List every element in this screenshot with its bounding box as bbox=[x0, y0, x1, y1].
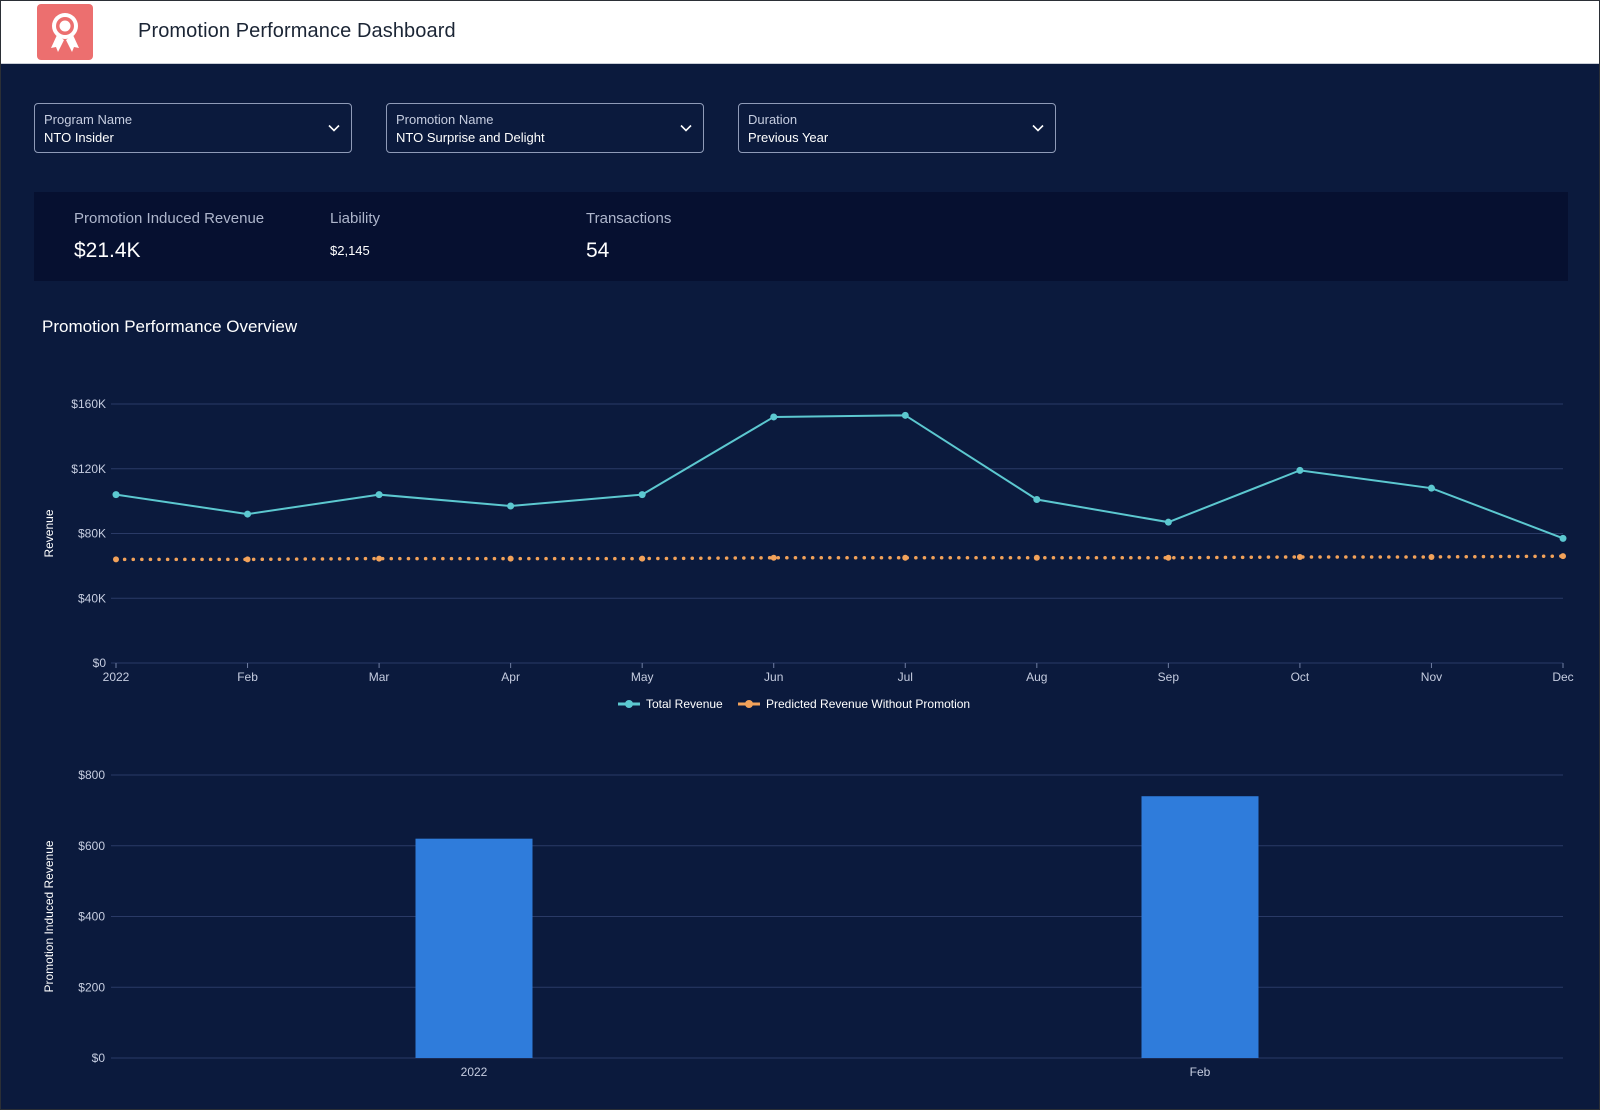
kpi-value: $2,145 bbox=[330, 243, 370, 258]
x-tick-label: Apr bbox=[501, 670, 520, 684]
y-axis-label: Revenue bbox=[42, 509, 56, 557]
y-tick-label: $80K bbox=[78, 527, 106, 541]
total-revenue-line bbox=[115, 414, 1564, 540]
x-tick-label: Feb bbox=[237, 670, 258, 684]
predicted-revenue-point bbox=[1428, 553, 1435, 560]
kpi-label: Liability bbox=[330, 210, 381, 227]
app-header: Promotion Performance Dashboard bbox=[1, 1, 1599, 64]
y-tick-label: $800 bbox=[78, 768, 105, 782]
line-chart: $0 $40K $80K $120K $160K Revenue 2022 Feb Mar Apr… bbox=[42, 397, 1574, 711]
predicted-revenue-point bbox=[1165, 554, 1172, 561]
y-tick-label: $200 bbox=[78, 980, 105, 994]
total-revenue-point bbox=[1559, 534, 1567, 542]
x-tick-label: May bbox=[631, 670, 654, 684]
y-axis-label: Promotion Induced Revenue bbox=[42, 840, 56, 992]
predicted-revenue-point bbox=[244, 556, 251, 563]
legend-predicted-revenue-label: Predicted Revenue Without Promotion bbox=[766, 697, 970, 711]
kpi-panel: Promotion Induced Revenue $21.4K Liabili… bbox=[34, 192, 1568, 281]
promotion-name-filter[interactable]: Promotion Name NTO Surprise and Delight bbox=[386, 103, 704, 153]
predicted-revenue-point bbox=[902, 554, 909, 561]
x-tick-label: Sep bbox=[1158, 670, 1180, 684]
predicted-revenue-point bbox=[113, 556, 119, 563]
predicted-revenue-line bbox=[114, 554, 1565, 562]
chevron-down-icon bbox=[1032, 124, 1044, 132]
legend-total-revenue-label: Total Revenue bbox=[646, 697, 723, 711]
y-tick-label: $600 bbox=[78, 839, 105, 853]
x-tick-label: Mar bbox=[369, 670, 390, 684]
x-tick-label: Aug bbox=[1026, 670, 1047, 684]
chevron-down-icon bbox=[680, 124, 692, 132]
section-title: Promotion Performance Overview bbox=[42, 317, 298, 336]
x-tick-label: 2022 bbox=[103, 670, 130, 684]
predicted-revenue-point bbox=[1560, 553, 1566, 560]
predicted-revenue-point bbox=[1296, 553, 1303, 560]
filter-value: Previous Year bbox=[748, 130, 829, 145]
y-tick-label: $0 bbox=[92, 1051, 106, 1065]
x-tick-label: Jul bbox=[898, 670, 913, 684]
kpi-value: 54 bbox=[586, 239, 610, 262]
y-tick-label: $40K bbox=[78, 591, 106, 605]
total-revenue-point bbox=[1296, 466, 1304, 474]
kpi-promotion-induced-revenue: Promotion Induced Revenue $21.4K bbox=[74, 210, 264, 263]
kpi-label: Transactions bbox=[586, 210, 672, 227]
total-revenue-point bbox=[112, 491, 120, 499]
bar bbox=[415, 838, 533, 1058]
predicted-revenue-point bbox=[507, 555, 514, 562]
program-name-filter[interactable]: Program Name NTO Insider bbox=[34, 103, 352, 153]
total-revenue-point bbox=[770, 413, 778, 421]
y-tick-label: $160K bbox=[71, 397, 106, 411]
chevron-down-icon bbox=[328, 124, 340, 132]
kpi-value: $21.4K bbox=[74, 239, 141, 262]
x-tick-label: Feb bbox=[1190, 1065, 1211, 1079]
total-revenue-point bbox=[1033, 496, 1041, 504]
kpi-liability: Liability $2,145 bbox=[330, 210, 380, 258]
predicted-revenue-point bbox=[1033, 554, 1040, 561]
legend-total-revenue-marker bbox=[625, 700, 633, 708]
total-revenue-point bbox=[1427, 484, 1435, 492]
filter-label: Duration bbox=[748, 112, 798, 127]
y-tick-label: $400 bbox=[78, 910, 105, 924]
y-tick-label: $120K bbox=[71, 462, 106, 476]
x-tick-label: Oct bbox=[1291, 670, 1310, 684]
x-tick-label: Jun bbox=[764, 670, 783, 684]
bar-chart: $0 $200 $400 $600 $800 Promotion Induced Reve… bbox=[42, 768, 1563, 1079]
total-revenue-point bbox=[638, 491, 646, 499]
total-revenue-point bbox=[507, 502, 515, 510]
total-revenue-point bbox=[244, 510, 252, 518]
x-tick-label: Nov bbox=[1421, 670, 1442, 684]
y-tick-label: $0 bbox=[93, 656, 107, 670]
predicted-revenue-point bbox=[770, 554, 777, 561]
filter-label: Promotion Name bbox=[396, 112, 494, 127]
duration-filter[interactable]: Duration Previous Year bbox=[738, 103, 1056, 153]
total-revenue-point bbox=[901, 411, 909, 419]
total-revenue-point bbox=[1164, 518, 1172, 526]
predicted-revenue-point bbox=[376, 555, 383, 562]
kpi-transactions: Transactions 54 bbox=[586, 210, 671, 263]
x-tick-label: 2022 bbox=[461, 1065, 488, 1079]
x-tick-label: Dec bbox=[1552, 670, 1573, 684]
bar bbox=[1141, 796, 1259, 1058]
legend-predicted-revenue-marker bbox=[745, 700, 753, 708]
filter-value: NTO Surprise and Delight bbox=[396, 130, 545, 145]
filter-label: Program Name bbox=[44, 112, 133, 127]
predicted-revenue-point bbox=[639, 555, 646, 562]
dashboard-frame: Promotion Performance Dashboard Program … bbox=[0, 0, 1600, 1110]
award-ribbon-icon bbox=[37, 4, 93, 60]
kpi-label: Promotion Induced Revenue bbox=[74, 210, 265, 227]
page-title: Promotion Performance Dashboard bbox=[138, 20, 456, 42]
filter-value: NTO Insider bbox=[44, 130, 114, 145]
total-revenue-point bbox=[375, 491, 383, 499]
